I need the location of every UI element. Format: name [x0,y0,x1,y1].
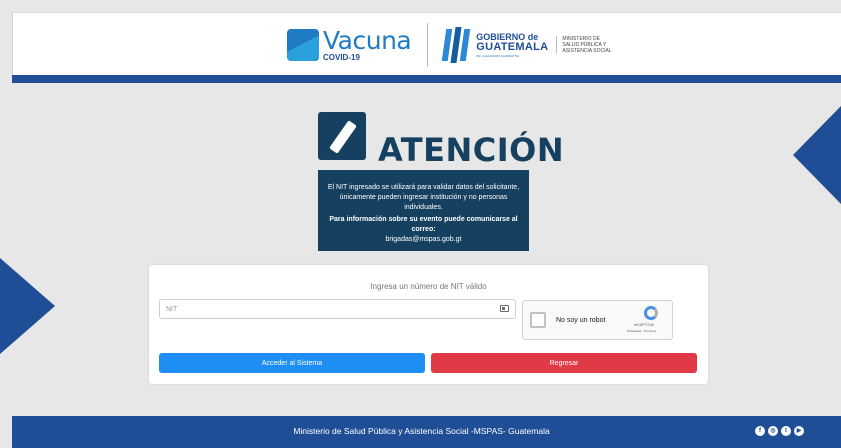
left-decorative-arrow [0,258,55,354]
facebook-icon[interactable]: f [755,426,765,436]
logo-divider [427,23,429,67]
vacuna-logo-icon [287,29,319,61]
ministerio-label: MINISTERIO DE SALUD PÚBLICA Y ASISTENCIA… [556,35,612,55]
vacuna-logo-subtitle: COVID-19 [323,53,360,62]
header-logos: Vacuna COVID-19 GOBIERNO de GUATEMALA DR… [287,19,612,71]
attention-text-line2: únicamente pueden ingresar institución y… [339,194,508,211]
guatemala-flag-icon [442,27,471,63]
nit-input[interactable] [159,299,516,319]
recaptcha-links[interactable]: Privacidad - Términos [627,329,656,333]
twitter-icon[interactable]: t [781,426,791,436]
nit-form-card: Ingresa un número de NIT válido No soy u… [149,265,708,384]
recaptcha-logo-icon [644,306,658,320]
recaptcha-label: No soy un robot [556,317,606,324]
header-accent-bar [12,75,841,83]
attention-text-line3: Para información sobre su evento puede c… [329,216,518,233]
id-card-icon [500,305,509,312]
recaptcha-widget: No soy un robot reCAPTCHA Privacidad - T… [522,300,673,340]
attention-email: brigadas@mspas.gob.gt [385,236,462,243]
vacuna-logo: Vacuna COVID-19 [323,26,412,62]
back-button[interactable]: Regresar [431,353,697,373]
syringe-icon [318,112,366,160]
gobierno-logo-main: GUATEMALA [476,40,549,53]
form-title: Ingresa un número de NIT válido [370,282,487,291]
social-links: f ◎ t ▶ [755,426,804,436]
attention-title: ATENCIÓN [378,131,565,169]
recaptcha-checkbox[interactable] [530,312,546,328]
site-footer: Ministerio de Salud Pública y Asistencia… [12,416,841,448]
gobierno-logo: GOBIERNO de GUATEMALA DR. ALEJANDRO GIAM… [476,32,549,58]
footer-text: Ministerio de Salud Pública y Asistencia… [293,426,550,436]
gobierno-logo-tiny: DR. ALEJANDRO GIAMMATTEI [476,53,520,58]
recaptcha-brand: reCAPTCHA [634,323,654,327]
instagram-icon[interactable]: ◎ [768,426,778,436]
right-decorative-arrow [793,106,841,204]
vacuna-logo-title: Vacuna [323,26,412,55]
youtube-icon[interactable]: ▶ [794,426,804,436]
login-button[interactable]: Acceder al Sistema [159,353,425,373]
attention-text-line1: El NIT ingresado se utilizará para valid… [327,184,520,191]
attention-notice-box: El NIT ingresado se utilizará para valid… [318,170,529,251]
